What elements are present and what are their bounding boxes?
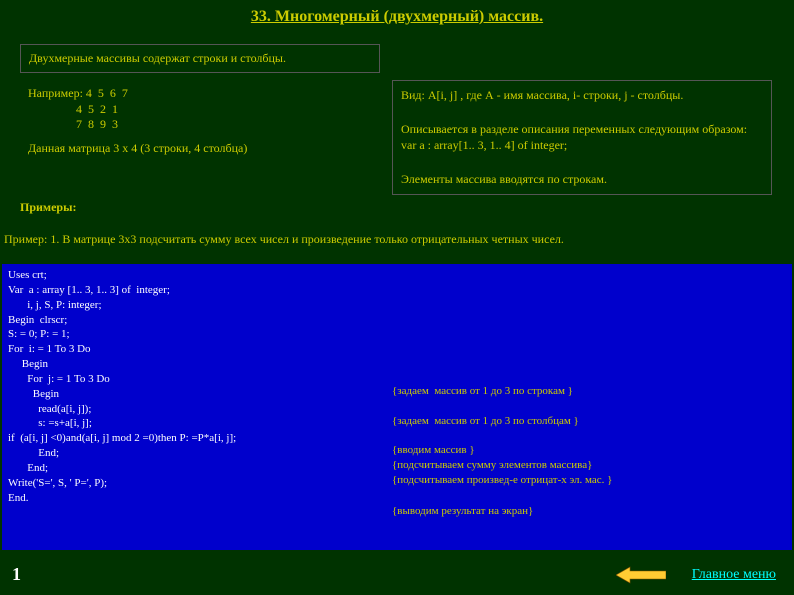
intro-box: Двухмерные массивы содержат строки и сто…: [20, 44, 380, 73]
page-title: 33. Многомерный (двухмерный) массив.: [0, 0, 794, 26]
code-comment-output: {выводим результат на экран}: [392, 504, 533, 519]
desc-line-3: var a : array[1.. 3, 1.. 4] of integer;: [401, 137, 763, 154]
matrix-caption: Данная матрица 3 x 4 (3 строки, 4 столбц…: [28, 141, 372, 156]
code-left: Uses crt; Var a : array [1.. 3, 1.. 3] o…: [8, 268, 236, 506]
page-number: 1: [12, 564, 21, 585]
code-box: Uses crt; Var a : array [1.. 3, 1.. 3] o…: [2, 264, 792, 550]
desc-line-1: Вид: A[i, j] , где А - имя массива, i- с…: [401, 87, 763, 104]
example1-text: Пример: 1. В матрице 3x3 подсчитать сумм…: [2, 232, 792, 247]
arrow-left-icon: [616, 565, 666, 585]
examples-label: Примеры:: [20, 200, 76, 215]
desc-line-4: Элементы массива вводятся по строкам.: [401, 171, 763, 188]
matrix-example-box: Например: 4 5 6 7 4 5 2 1 7 8 9 3 Данная…: [20, 80, 380, 162]
matrix-lines: Например: 4 5 6 7 4 5 2 1 7 8 9 3: [28, 86, 372, 133]
description-box: Вид: A[i, j] , где А - имя массива, i- с…: [392, 80, 772, 195]
main-menu-link[interactable]: Главное меню: [692, 567, 776, 583]
code-comments: {задаем массив от 1 до 3 по строкам } {з…: [392, 384, 612, 488]
desc-line-2: Описывается в разделе описания переменны…: [401, 121, 763, 138]
